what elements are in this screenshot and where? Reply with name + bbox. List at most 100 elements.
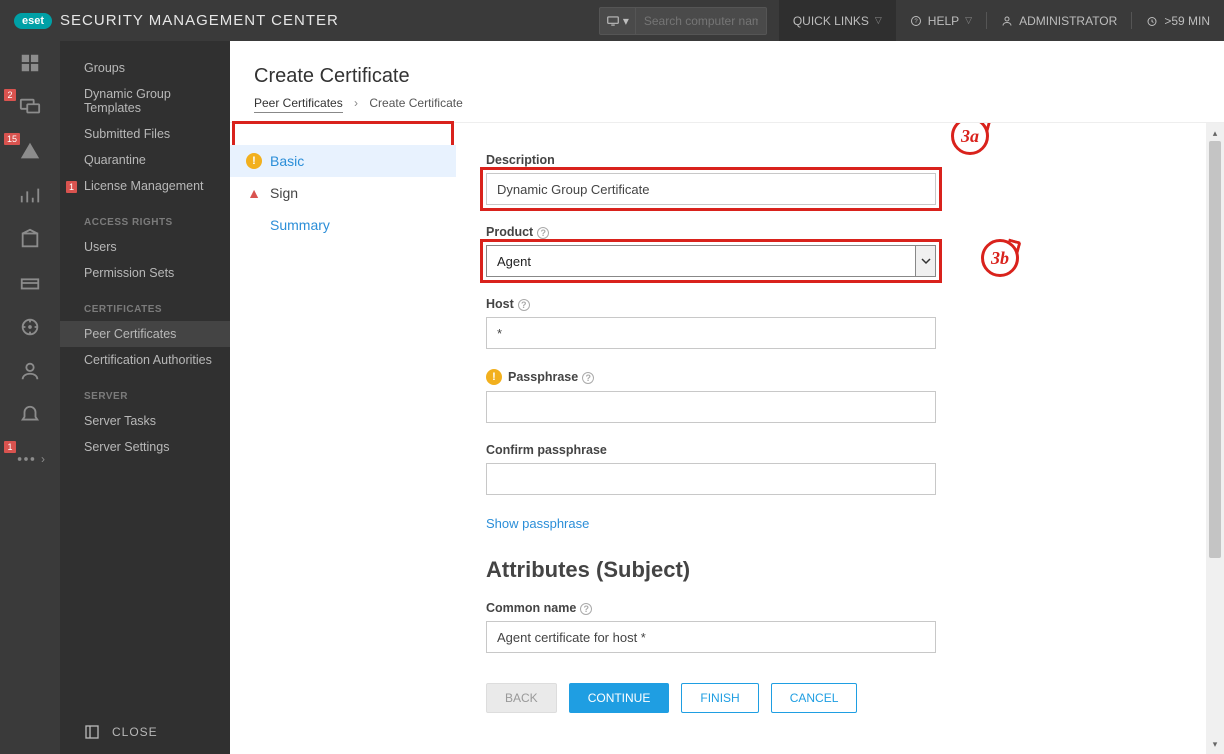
field-product: Product? Agent 3b <box>486 225 1166 277</box>
subnav-heading-access: ACCESS RIGHTS <box>60 199 230 234</box>
subnav-permission-sets[interactable]: Permission Sets <box>60 260 230 286</box>
cancel-button[interactable]: CANCEL <box>771 683 858 713</box>
session-timer[interactable]: >59 MIN <box>1132 0 1224 41</box>
spacer-icon <box>246 217 262 233</box>
scroll-track[interactable] <box>1207 141 1223 736</box>
license-badge: 1 <box>66 181 77 193</box>
computer-search[interactable]: ▾ <box>599 7 767 35</box>
search-input[interactable] <box>636 14 766 28</box>
passphrase-input[interactable] <box>486 391 936 423</box>
callout-3a: 3a <box>951 123 989 155</box>
confirm-passphrase-label: Confirm passphrase <box>486 443 1166 457</box>
user-menu[interactable]: ADMINISTRATOR <box>987 0 1131 41</box>
product-label: Product? <box>486 225 1166 239</box>
wizard-nav: ! Basic ▲ Sign Summary <box>230 123 456 754</box>
search-scope-icon[interactable]: ▾ <box>600 8 636 34</box>
breadcrumb-leaf: Create Certificate <box>369 96 462 110</box>
top-bar: eset SECURITY MANAGEMENT CENTER ▾ QUICK … <box>0 0 1224 41</box>
breadcrumb-separator: › <box>354 96 358 110</box>
scrollbar[interactable]: ▴ ▾ <box>1206 123 1224 754</box>
continue-button[interactable]: CONTINUE <box>569 683 670 713</box>
collapse-icon <box>84 724 100 740</box>
field-confirm-passphrase: Confirm passphrase <box>486 443 1166 495</box>
common-name-input[interactable] <box>486 621 936 653</box>
confirm-passphrase-input[interactable] <box>486 463 936 495</box>
description-input[interactable] <box>486 173 936 205</box>
quick-links-menu[interactable]: QUICK LINKS▽ <box>779 0 896 41</box>
subnav-certification-authorities[interactable]: Certification Authorities <box>60 347 230 373</box>
app-title: SECURITY MANAGEMENT CENTER <box>60 12 339 29</box>
wizard-step-summary[interactable]: Summary <box>230 209 456 241</box>
breadcrumb: Peer Certificates › Create Certificate <box>254 96 1200 110</box>
svg-text:?: ? <box>914 19 918 25</box>
close-label: CLOSE <box>112 725 158 739</box>
description-label: Description <box>486 153 1166 167</box>
attributes-heading: Attributes (Subject) <box>486 557 1166 583</box>
common-name-label: Common name? <box>486 601 1166 615</box>
rail-reports[interactable] <box>0 173 60 217</box>
subnav-users[interactable]: Users <box>60 234 230 260</box>
host-label: Host? <box>486 297 1166 311</box>
rail-installers[interactable] <box>0 261 60 305</box>
subnav-dynamic-group-templates[interactable]: Dynamic Group Templates <box>60 81 230 121</box>
passphrase-label: Passphrase? <box>508 370 594 384</box>
finish-button[interactable]: FINISH <box>681 683 758 713</box>
help-icon[interactable]: ? <box>518 299 530 311</box>
scroll-down-icon[interactable]: ▾ <box>1207 736 1223 752</box>
field-common-name: Common name? <box>486 601 1166 653</box>
main-area: Create Certificate Peer Certificates › C… <box>230 41 1224 754</box>
product-select[interactable]: Agent <box>486 245 936 277</box>
wizard-step-sign-label: Sign <box>270 185 298 201</box>
rail-users[interactable] <box>0 349 60 393</box>
license-label: License Management <box>84 179 204 193</box>
product-value: Agent <box>497 254 531 269</box>
subnav-peer-certificates[interactable]: Peer Certificates <box>60 321 230 347</box>
subnav-submitted-files[interactable]: Submitted Files <box>60 121 230 147</box>
help-icon[interactable]: ? <box>580 603 592 615</box>
help-menu[interactable]: ? HELP▽ <box>896 0 986 41</box>
rail-computers-badge: 2 <box>4 89 16 101</box>
subnav-server-tasks[interactable]: Server Tasks <box>60 408 230 434</box>
admin-label: ADMINISTRATOR <box>1019 14 1117 28</box>
main-header: Create Certificate Peer Certificates › C… <box>230 41 1224 122</box>
subnav-license-management[interactable]: 1 License Management <box>60 173 230 199</box>
form-area: Description 3a Product? Agent 3b <box>456 123 1206 754</box>
rail-tasks[interactable] <box>0 217 60 261</box>
field-description: Description 3a <box>486 153 1166 205</box>
field-passphrase: ! Passphrase? <box>486 369 1166 423</box>
show-passphrase-link[interactable]: Show passphrase <box>486 516 589 531</box>
rail-computers[interactable]: 2 <box>0 85 60 129</box>
breadcrumb-root[interactable]: Peer Certificates <box>254 96 343 113</box>
rail-notifications[interactable] <box>0 393 60 437</box>
host-input[interactable] <box>486 317 936 349</box>
warning-icon: ! <box>246 153 262 169</box>
rail-threats-badge: 15 <box>4 133 20 145</box>
help-label: HELP <box>928 14 959 28</box>
subnav-quarantine[interactable]: Quarantine <box>60 147 230 173</box>
rail-more[interactable]: 1 › <box>0 437 60 481</box>
wizard-step-summary-label: Summary <box>270 217 330 233</box>
scroll-thumb[interactable] <box>1209 141 1221 558</box>
subnav-groups[interactable]: Groups <box>60 55 230 81</box>
rail-more-badge: 1 <box>4 441 16 453</box>
rail-policies[interactable] <box>0 305 60 349</box>
rail-dashboard[interactable] <box>0 41 60 85</box>
help-icon[interactable]: ? <box>537 227 549 239</box>
page-title: Create Certificate <box>254 65 1200 88</box>
wizard-step-sign[interactable]: ▲ Sign <box>230 177 456 209</box>
wizard-step-basic-label: Basic <box>270 153 304 169</box>
footer-buttons: BACK CONTINUE FINISH CANCEL <box>486 673 1166 729</box>
help-icon[interactable]: ? <box>582 372 594 384</box>
subnav-heading-certificates: CERTIFICATES <box>60 286 230 321</box>
scroll-up-icon[interactable]: ▴ <box>1207 125 1223 141</box>
subnav-server-settings[interactable]: Server Settings <box>60 434 230 460</box>
chevron-down-icon[interactable] <box>915 246 935 276</box>
icon-rail: 2 15 1 › <box>0 41 60 754</box>
subnav-close[interactable]: CLOSE <box>60 724 230 740</box>
wizard-step-basic[interactable]: ! Basic <box>230 145 456 177</box>
error-icon: ▲ <box>246 185 262 201</box>
rail-threats[interactable]: 15 <box>0 129 60 173</box>
field-host: Host? <box>486 297 1166 349</box>
warning-icon: ! <box>486 369 502 385</box>
back-button[interactable]: BACK <box>486 683 557 713</box>
